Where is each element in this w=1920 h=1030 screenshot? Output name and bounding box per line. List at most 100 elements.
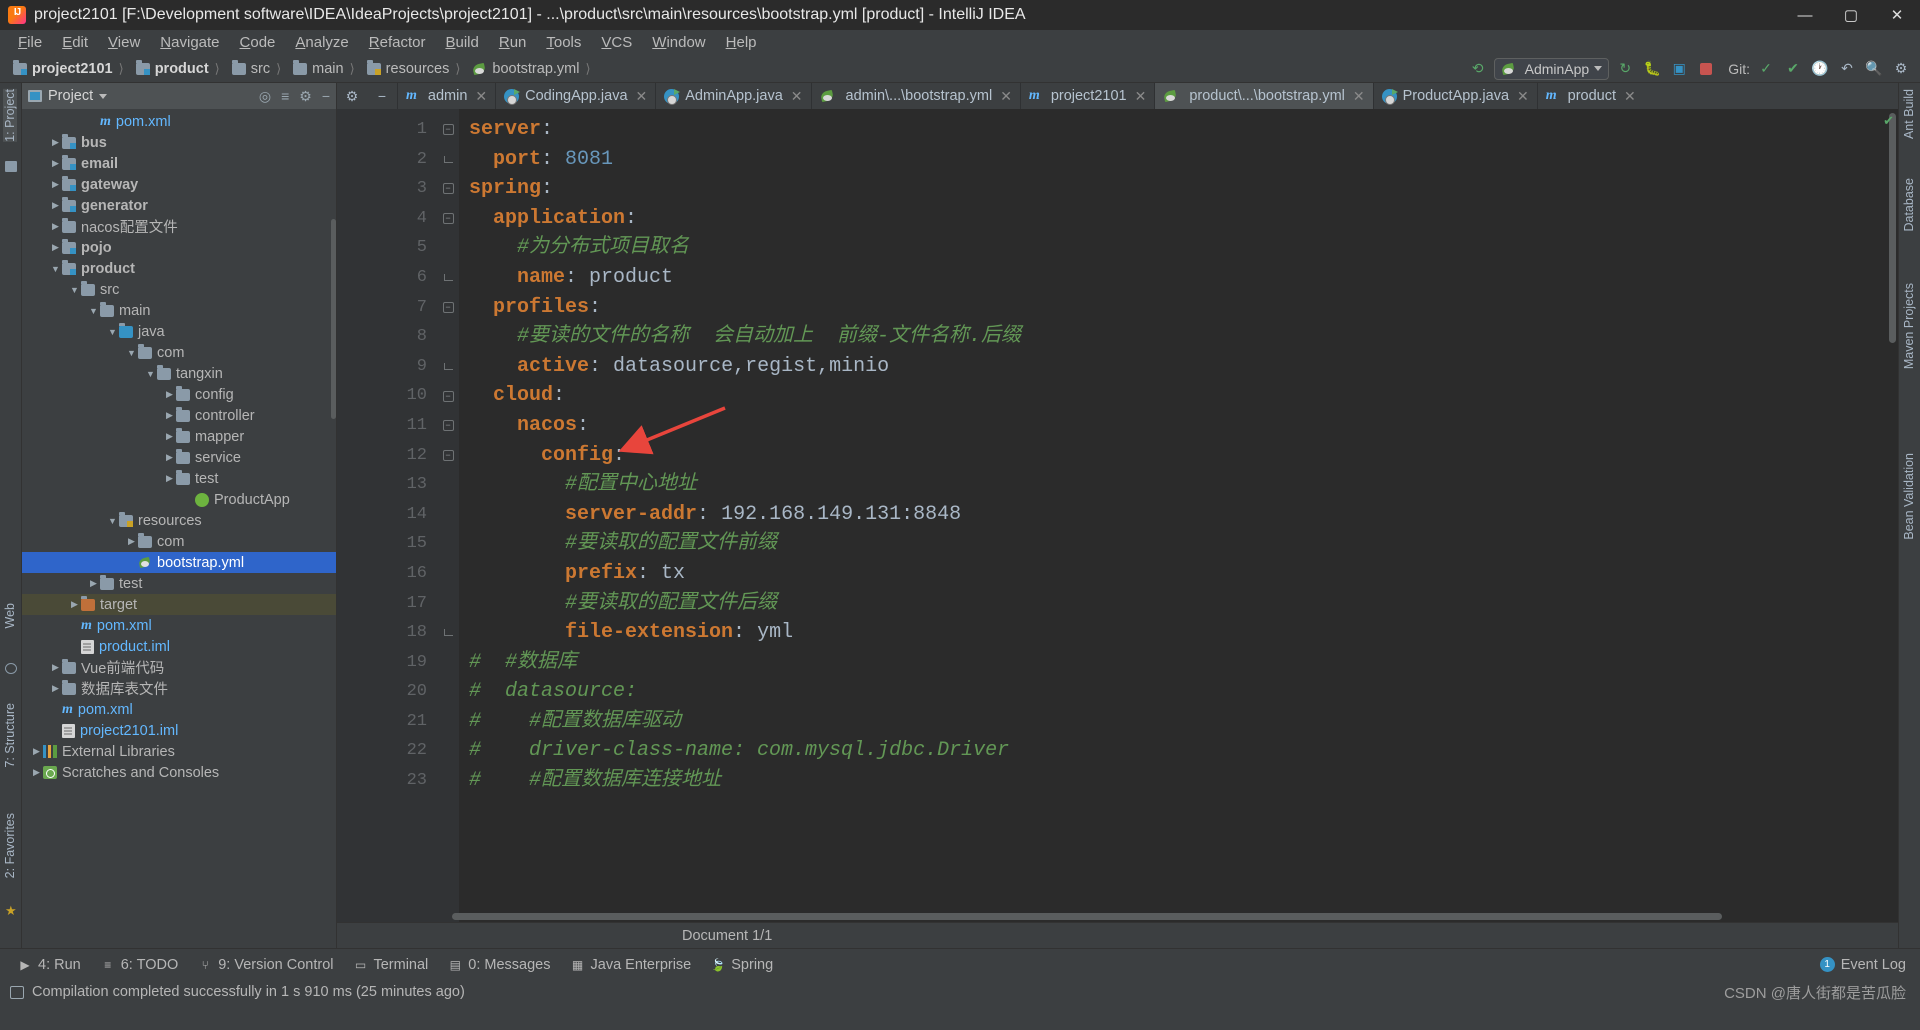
breadcrumb-item-product[interactable]: product ⟩ [133,59,229,77]
history-icon[interactable]: 🕐 [1809,58,1831,80]
code-content[interactable]: server: port: 8081 spring: application: #… [459,109,1898,922]
tree-node-service[interactable]: ▶ service [22,447,336,468]
code-line[interactable]: server-addr: 192.168.149.131:8848 [459,500,1898,530]
chevron-right-icon[interactable]: ▶ [68,599,81,610]
chevron-right-icon[interactable]: ▶ [163,452,176,463]
chevron-right-icon[interactable]: ▶ [163,431,176,442]
fold-arm-icon[interactable] [437,352,459,382]
inspection-status-icon[interactable]: ✔ [1883,113,1894,129]
tree-node-gateway[interactable]: ▶ gateway [22,174,336,195]
stop-icon[interactable] [1695,58,1717,80]
code-line[interactable]: #为分布式项目取名 [459,233,1898,263]
editor-tab-CodingApp-java[interactable]: CodingApp.java ✕ [495,83,656,109]
menu-item-analyze[interactable]: Analyze [285,30,358,55]
breadcrumb-item-main[interactable]: main ⟩ [290,59,364,77]
fold-collapse-icon[interactable]: − [437,204,459,234]
close-icon[interactable]: ✕ [1135,88,1147,105]
chevron-right-icon[interactable]: ▶ [163,473,176,484]
tree-node-test[interactable]: ▶ test [22,573,336,594]
tree-node-tangxin[interactable]: ▼ tangxin [22,363,336,384]
tree-node-bootstrap-yml[interactable]: bootstrap.yml [22,552,336,573]
bottom-tool-0-messages[interactable]: ▤ 0: Messages [448,957,551,973]
menu-item-tools[interactable]: Tools [536,30,591,55]
bottom-tool-9-version-control[interactable]: ⑂ 9: Version Control [198,957,334,973]
tree-node-controller[interactable]: ▶ controller [22,405,336,426]
breadcrumb-item-bootstrap-yml[interactable]: bootstrap.yml ⟩ [469,61,599,77]
menu-item-vcs[interactable]: VCS [591,30,642,55]
chevron-down-icon[interactable]: ▼ [144,369,157,379]
coverage-icon[interactable]: ▣ [1668,58,1690,80]
close-button[interactable]: ✕ [1874,0,1920,30]
code-line[interactable]: spring: [459,174,1898,204]
chevron-right-icon[interactable]: ▶ [49,158,62,169]
build-hammer-icon[interactable]: ⟲ [1467,58,1489,80]
debug-icon[interactable]: 🐛 [1641,58,1663,80]
code-line[interactable]: active: datasource,regist,minio [459,352,1898,382]
fold-arm-icon[interactable] [437,263,459,293]
tree-node-pojo[interactable]: ▶ pojo [22,237,336,258]
menu-item-code[interactable]: Code [230,30,286,55]
tree-node-Scratches-and-Consoles[interactable]: ▶ Scratches and Consoles [22,762,336,783]
chevron-right-icon[interactable]: ▶ [163,410,176,421]
tree-node-External-Libraries[interactable]: ▶ External Libraries [22,741,336,762]
collapse-all-icon[interactable]: ≡ [281,88,289,104]
code-line[interactable]: #配置中心地址 [459,470,1898,500]
tree-node-email[interactable]: ▶ email [22,153,336,174]
editor-horizontal-scrollbar[interactable] [452,913,1722,920]
settings-icon[interactable]: ⚙ [1890,58,1912,80]
code-line[interactable]: # datasource: [459,677,1898,707]
tree-node-nacos配置文件[interactable]: ▶ nacos配置文件 [22,216,336,237]
editor-vertical-scrollbar[interactable] [1889,113,1896,343]
menu-item-edit[interactable]: Edit [52,30,98,55]
sidebar-item-database[interactable]: Database [1902,178,1916,232]
code-line[interactable]: # #数据库 [459,648,1898,678]
close-icon[interactable]: ✕ [1624,88,1636,105]
sidebar-item-project[interactable]: 1: Project [3,89,17,142]
menu-item-navigate[interactable]: Navigate [150,30,229,55]
code-line[interactable]: #要读取的配置文件后缀 [459,589,1898,619]
tree-node-com[interactable]: ▼ com [22,342,336,363]
tree-node-mapper[interactable]: ▶ mapper [22,426,336,447]
tree-node-generator[interactable]: ▶ generator [22,195,336,216]
chevron-right-icon[interactable]: ▶ [49,179,62,190]
fold-collapse-icon[interactable]: − [437,174,459,204]
tree-node-数据库表文件[interactable]: ▶ 数据库表文件 [22,678,336,699]
tree-node-target[interactable]: ▶ target [22,594,336,615]
chevron-down-icon[interactable]: ▼ [68,285,81,295]
maximize-button[interactable]: ▢ [1828,0,1874,30]
editor-tab-ProductApp-java[interactable]: ProductApp.java ✕ [1372,83,1537,109]
close-icon[interactable]: ✕ [475,88,487,105]
fold-arm-icon[interactable] [437,618,459,648]
tree-node-Vue前端代码[interactable]: ▶ Vue前端代码 [22,657,336,678]
editor-tab-AdminApp-java[interactable]: AdminApp.java ✕ [655,83,811,109]
tree-node-com[interactable]: ▶ com [22,531,336,552]
code-line[interactable]: profiles: [459,293,1898,323]
breadcrumb-item-project2101[interactable]: project2101 ⟩ [10,59,133,77]
code-line[interactable]: prefix: tx [459,559,1898,589]
tab-hide-icon[interactable]: − [367,83,397,109]
fold-arm-icon[interactable] [437,145,459,175]
web-icon[interactable] [5,663,17,674]
fold-collapse-icon[interactable]: − [437,441,459,471]
tree-node-product[interactable]: ▼ product [22,258,336,279]
code-line[interactable]: cloud: [459,381,1898,411]
editor-tab-product-----bootstrap-yml[interactable]: product\...\bootstrap.yml ✕ [1154,83,1373,109]
star-icon[interactable]: ★ [5,903,17,918]
code-line[interactable]: server: [459,115,1898,145]
tree-node-test[interactable]: ▶ test [22,468,336,489]
menu-item-help[interactable]: Help [716,30,767,55]
git-branch-icon[interactable]: ✓ [1755,58,1777,80]
editor-tab-admin[interactable]: m admin ✕ [397,83,496,109]
code-line[interactable]: nacos: [459,411,1898,441]
chevron-down-icon[interactable]: ▼ [125,348,138,358]
code-line[interactable]: port: 8081 [459,145,1898,175]
code-line[interactable]: # #配置数据库驱动 [459,707,1898,737]
minimize-button[interactable]: — [1782,0,1828,30]
close-icon[interactable]: ✕ [636,88,648,105]
chevron-down-icon[interactable]: ▼ [87,306,100,316]
code-line[interactable]: file-extension: yml [459,618,1898,648]
folder-icon[interactable] [5,161,17,172]
tree-node-java[interactable]: ▼ java [22,321,336,342]
chevron-right-icon[interactable]: ▶ [49,137,62,148]
chevron-down-icon[interactable]: ▼ [49,264,62,274]
